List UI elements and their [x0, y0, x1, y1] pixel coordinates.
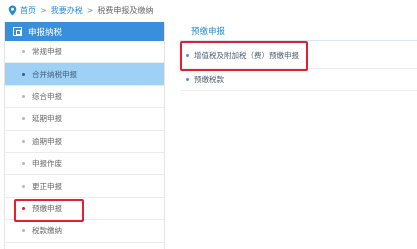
bullet-dot-icon	[22, 162, 25, 166]
sidebar-list: 常规申报 合并纳税申报 综合申报 延期申报 逾期申报 申报作废 更正申报 预缴申…	[5, 41, 164, 243]
sidebar-item-consolidated[interactable]: 合并纳税申报	[5, 63, 164, 86]
location-pin-icon	[8, 5, 17, 15]
breadcrumb-separator: >	[86, 5, 94, 15]
bullet-dot-icon	[186, 78, 189, 81]
sidebar-item-overdue[interactable]: 逾期申报	[5, 131, 164, 153]
breadcrumb-home-link[interactable]: 首页	[20, 5, 36, 16]
sidebar-item-label: 税款缴纳	[32, 226, 62, 236]
tab-prepayment[interactable]: 预缴申报	[180, 22, 417, 41]
highlight-box	[14, 198, 84, 222]
highlight-box	[180, 41, 308, 71]
breadcrumb-current: 税费申报及缴纳	[97, 5, 154, 15]
sidebar-item-label: 常规申报	[32, 47, 62, 57]
prepaid-tax-link[interactable]: 预缴税款	[180, 69, 417, 91]
breadcrumb-separator: >	[40, 5, 47, 15]
sidebar-item-void[interactable]: 申报作废	[5, 153, 164, 176]
sidebar-item-label: 申报作废	[32, 159, 62, 169]
sidebar-item-label: 更正申报	[32, 181, 62, 191]
sidebar-item-extension[interactable]: 延期申报	[5, 108, 164, 131]
panel-item-label: 预缴税款	[194, 75, 224, 84]
bullet-dot-icon	[22, 206, 25, 210]
bullet-dot-icon	[22, 229, 25, 233]
bullet-dot-icon	[22, 117, 25, 121]
vat-prepayment-link[interactable]: 增值税及附加税（费）预缴申报	[180, 41, 417, 71]
sidebar-item-payment[interactable]: 税款缴纳	[5, 220, 164, 243]
sidebar-item-correction[interactable]: 更正申报	[5, 175, 164, 198]
breadcrumb-mine-link[interactable]: 我要办税	[51, 5, 83, 16]
sidebar-header: 申报纳税	[5, 22, 164, 41]
sidebar: 申报纳税 常规申报 合并纳税申报 综合申报 延期申报 逾期申报 申报作废 更正申…	[4, 22, 165, 249]
bullet-dot-icon	[22, 184, 25, 188]
bullet-dot-icon	[186, 54, 189, 57]
page: 首页 > 我要办税 > 税费申报及缴纳 申报纳税 常规申报 合并纳税申报 综合申…	[0, 0, 417, 249]
bullet-dot-icon	[22, 72, 25, 76]
sidebar-item-label: 合并纳税申报	[32, 69, 77, 79]
sidebar-title: 申报纳税	[28, 27, 63, 38]
bullet-dot-icon	[22, 139, 25, 143]
sidebar-item-comprehensive[interactable]: 综合申报	[5, 86, 164, 109]
content-panel: 预缴申报 增值税及附加税（费）预缴申报 预缴税款	[180, 22, 417, 249]
sidebar-item-prepayment[interactable]: 预缴申报	[5, 198, 164, 222]
bullet-dot-icon	[22, 94, 25, 98]
sidebar-item-regular[interactable]: 常规申报	[5, 41, 164, 64]
breadcrumb: 首页 > 我要办税 > 税费申报及缴纳	[0, 0, 417, 20]
grid-square-icon	[13, 27, 22, 36]
sidebar-item-label: 综合申报	[32, 91, 62, 101]
sidebar-item-label: 逾期申报	[32, 136, 62, 146]
sidebar-item-label: 延期申报	[32, 114, 62, 124]
bullet-dot-icon	[22, 50, 25, 54]
